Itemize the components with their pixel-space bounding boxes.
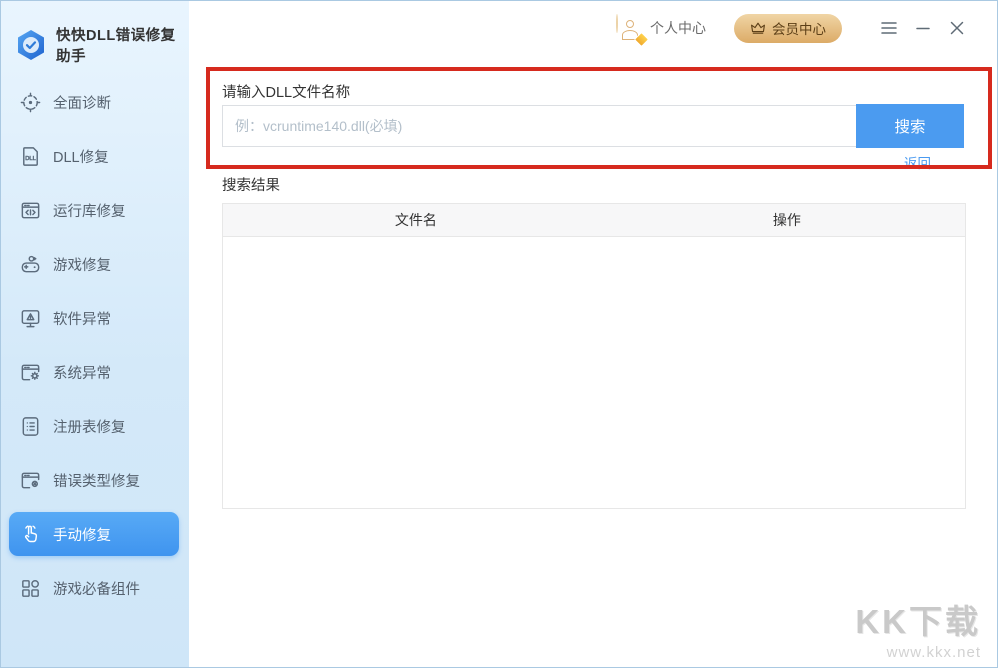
crown-icon	[750, 21, 766, 35]
sidebar-item-error-type-repair[interactable]: 错误类型修复	[1, 453, 189, 507]
topbar: 个人中心 会员中心	[189, 1, 996, 55]
sidebar-nav: 全面诊断 DLL DLL修复	[1, 75, 189, 615]
app-logo-row: 快快DLL错误修复助手	[1, 1, 189, 66]
sidebar-item-game-repair[interactable]: 游戏修复	[1, 237, 189, 291]
sidebar-item-label: 注册表修复	[53, 416, 126, 437]
error-type-icon	[19, 469, 42, 492]
window-controls	[872, 13, 974, 43]
search-button[interactable]: 搜索	[856, 104, 964, 148]
sidebar: 快快DLL错误修复助手 全面诊断 DLL	[1, 1, 189, 667]
watermark: KK下载 www.kkx.net	[855, 595, 981, 661]
system-gear-icon	[19, 361, 42, 384]
search-section-label: 请输入DLL文件名称	[222, 81, 350, 102]
sidebar-item-label: 系统异常	[53, 362, 111, 383]
personal-center-label: 个人中心	[650, 18, 706, 38]
back-link[interactable]: 返回	[904, 152, 931, 172]
sidebar-item-manual-repair[interactable]: 手动修复	[1, 507, 189, 561]
hand-click-icon	[19, 523, 42, 546]
registry-list-icon	[19, 415, 42, 438]
watermark-logo: KK下载	[855, 595, 981, 643]
sidebar-item-label: 运行库修复	[53, 200, 126, 221]
watermark-url: www.kkx.net	[855, 644, 981, 661]
app-window: 快快DLL错误修复助手 全面诊断 DLL	[0, 0, 998, 668]
app-logo-icon	[14, 28, 48, 62]
column-header-action: 操作	[609, 210, 965, 230]
dll-name-input[interactable]	[222, 105, 856, 147]
close-button[interactable]	[940, 13, 974, 43]
sidebar-item-label: 手动修复	[53, 524, 111, 545]
minimize-button[interactable]	[906, 13, 940, 43]
personal-center-button[interactable]: 个人中心	[616, 15, 706, 42]
sidebar-item-registry-repair[interactable]: 注册表修复	[1, 399, 189, 453]
dll-file-icon: DLL	[19, 145, 42, 168]
software-warning-icon	[19, 307, 42, 330]
sidebar-item-full-diagnosis[interactable]: 全面诊断	[1, 75, 189, 129]
runtime-code-icon	[19, 199, 42, 222]
member-center-label: 会员中心	[772, 18, 826, 38]
gamepad-icon	[19, 253, 42, 276]
sidebar-item-software-error[interactable]: 软件异常	[1, 291, 189, 345]
svg-text:DLL: DLL	[25, 155, 36, 161]
results-table: 文件名 操作	[222, 203, 966, 509]
target-icon	[19, 91, 42, 114]
sidebar-item-game-components[interactable]: 游戏必备组件	[1, 561, 189, 615]
app-title: 快快DLL错误修复助手	[56, 24, 189, 66]
sidebar-item-label: DLL修复	[53, 146, 109, 167]
menu-button[interactable]	[872, 13, 906, 43]
sidebar-item-dll-repair[interactable]: DLL DLL修复	[1, 129, 189, 183]
sidebar-item-label: 游戏修复	[53, 254, 111, 275]
sidebar-item-label: 软件异常	[53, 308, 111, 329]
sidebar-item-label: 错误类型修复	[53, 470, 140, 491]
components-grid-icon	[19, 577, 42, 600]
column-header-filename: 文件名	[223, 210, 609, 230]
sidebar-item-label: 全面诊断	[53, 92, 111, 113]
sidebar-item-label: 游戏必备组件	[53, 578, 140, 599]
sidebar-item-runtime-repair[interactable]: 运行库修复	[1, 183, 189, 237]
sidebar-item-system-error[interactable]: 系统异常	[1, 345, 189, 399]
member-center-button[interactable]: 会员中心	[734, 14, 842, 43]
results-section-label: 搜索结果	[222, 174, 280, 195]
results-table-header: 文件名 操作	[223, 204, 965, 237]
results-table-body	[223, 237, 965, 508]
user-avatar-icon	[616, 15, 643, 42]
